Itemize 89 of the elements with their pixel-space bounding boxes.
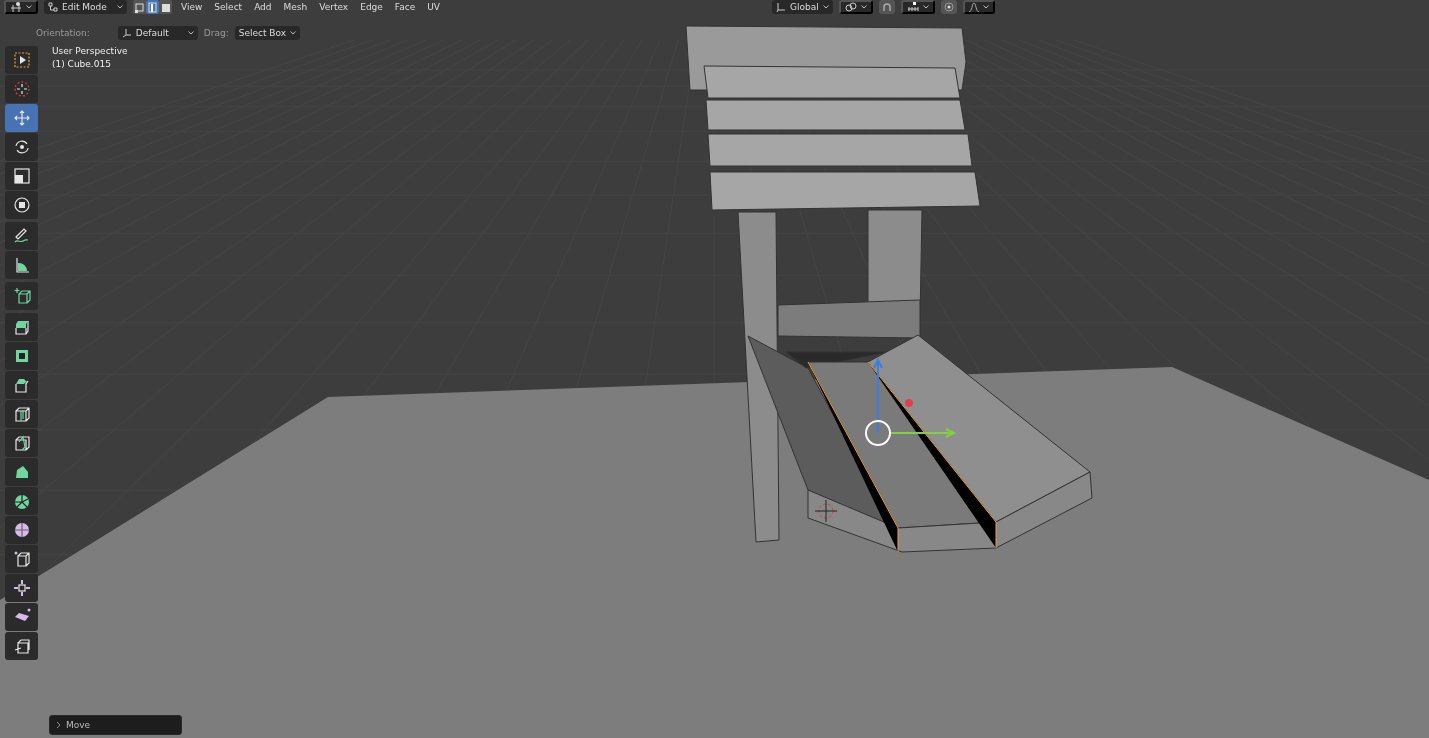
tool-button[interactable] bbox=[5, 632, 38, 660]
tool-button[interactable] bbox=[5, 574, 38, 602]
3d-cursor-icon bbox=[814, 499, 838, 523]
edge-select-icon bbox=[147, 1, 158, 13]
pivot-button[interactable] bbox=[838, 0, 873, 14]
edge-slide-icon bbox=[12, 550, 31, 568]
active-object-name: (1) Cube.015 bbox=[52, 59, 112, 69]
tool-button[interactable] bbox=[5, 458, 38, 486]
tool-button[interactable] bbox=[5, 342, 38, 370]
editor-type-button[interactable] bbox=[4, 0, 38, 14]
caret-icon bbox=[26, 5, 32, 9]
menu-item[interactable]: Vertex bbox=[316, 2, 352, 12]
loop-cut-icon bbox=[12, 405, 31, 423]
scale-icon bbox=[12, 167, 31, 185]
tool-button[interactable] bbox=[5, 603, 38, 631]
tool-button[interactable] bbox=[5, 133, 38, 161]
shrink-icon bbox=[12, 579, 31, 597]
add-cube-icon bbox=[12, 287, 31, 305]
mode-label: Edit Mode bbox=[62, 2, 108, 12]
rotate-icon bbox=[12, 138, 31, 156]
menu-item[interactable]: Mesh bbox=[280, 2, 311, 12]
caret-icon bbox=[860, 5, 867, 9]
pencil-icon bbox=[12, 227, 31, 245]
snap-toggle[interactable] bbox=[878, 0, 895, 14]
proportional-edit-toggle[interactable] bbox=[940, 0, 957, 14]
caret-icon bbox=[290, 31, 297, 35]
face-select-icon bbox=[160, 1, 171, 13]
menu-item[interactable]: Select bbox=[211, 2, 246, 12]
falloff-button[interactable] bbox=[962, 0, 995, 14]
orientation-setting-value: Default bbox=[135, 28, 170, 38]
caret-icon bbox=[922, 5, 929, 9]
target-icon bbox=[943, 2, 954, 12]
select-mode-button[interactable] bbox=[146, 0, 159, 14]
tool-button[interactable] bbox=[5, 545, 38, 573]
select-box-icon bbox=[12, 51, 31, 69]
orientation-dropdown[interactable]: Global bbox=[772, 0, 833, 14]
bevel-icon bbox=[12, 376, 31, 394]
caret-icon bbox=[982, 5, 989, 9]
mode-dropdown[interactable]: Edit Mode bbox=[44, 0, 127, 14]
menu-item[interactable]: View bbox=[178, 2, 206, 12]
operator-panel-header[interactable]: Move bbox=[49, 715, 182, 735]
tool-button[interactable] bbox=[5, 429, 38, 457]
spin-icon bbox=[12, 492, 31, 510]
tool-button[interactable] bbox=[5, 162, 38, 190]
caret-icon bbox=[822, 5, 829, 9]
select-mode-button[interactable] bbox=[133, 0, 146, 14]
menu-item[interactable]: Edge bbox=[357, 2, 386, 12]
orientation-setting-dropdown[interactable]: Default bbox=[117, 26, 198, 40]
sphere-icon bbox=[12, 521, 31, 539]
orientation-label: Global bbox=[790, 2, 819, 12]
tool-button[interactable] bbox=[5, 282, 38, 310]
snap-increment-icon bbox=[906, 2, 919, 12]
select-mode-button[interactable] bbox=[159, 0, 172, 14]
axes-icon bbox=[776, 2, 786, 12]
move-arrows-icon bbox=[12, 109, 31, 127]
drag-value: Select Box bbox=[238, 28, 287, 38]
tool-button[interactable] bbox=[5, 46, 38, 74]
snap-target-button[interactable] bbox=[900, 0, 935, 14]
tool-button[interactable] bbox=[5, 487, 38, 515]
falloff-curve-icon bbox=[968, 2, 979, 12]
edit-mode-icon bbox=[48, 2, 58, 12]
crosshair-icon bbox=[12, 80, 31, 98]
link-icon bbox=[844, 2, 857, 12]
operator-title: Move bbox=[66, 720, 91, 730]
drag-label: Drag: bbox=[203, 28, 229, 38]
orientation-setting-label: Orientation: bbox=[36, 28, 90, 38]
drag-dropdown[interactable]: Select Box bbox=[234, 26, 301, 40]
extrude-icon bbox=[12, 318, 31, 336]
tool-button[interactable] bbox=[5, 400, 38, 428]
tool-button[interactable] bbox=[5, 191, 38, 219]
magnet-icon bbox=[881, 2, 892, 12]
vertex-select-icon bbox=[134, 1, 145, 13]
rip-icon bbox=[12, 637, 31, 655]
tool-button[interactable] bbox=[5, 516, 38, 544]
transform-icon bbox=[12, 196, 31, 214]
tool-button[interactable] bbox=[5, 313, 38, 341]
knife-icon bbox=[12, 434, 31, 452]
caret-icon bbox=[117, 5, 123, 9]
axes-icon bbox=[10, 2, 22, 12]
menu-item[interactable]: Face bbox=[391, 2, 419, 12]
tool-button[interactable] bbox=[5, 251, 38, 279]
menu-item[interactable]: Add bbox=[251, 2, 275, 12]
menu-item[interactable]: UV bbox=[424, 2, 443, 12]
tool-button[interactable] bbox=[5, 371, 38, 399]
view-name: User Perspective bbox=[52, 46, 128, 56]
chevron-icon bbox=[56, 721, 62, 729]
caret-icon bbox=[187, 31, 194, 35]
tool-button[interactable] bbox=[5, 222, 38, 250]
axes-icon bbox=[121, 28, 132, 38]
